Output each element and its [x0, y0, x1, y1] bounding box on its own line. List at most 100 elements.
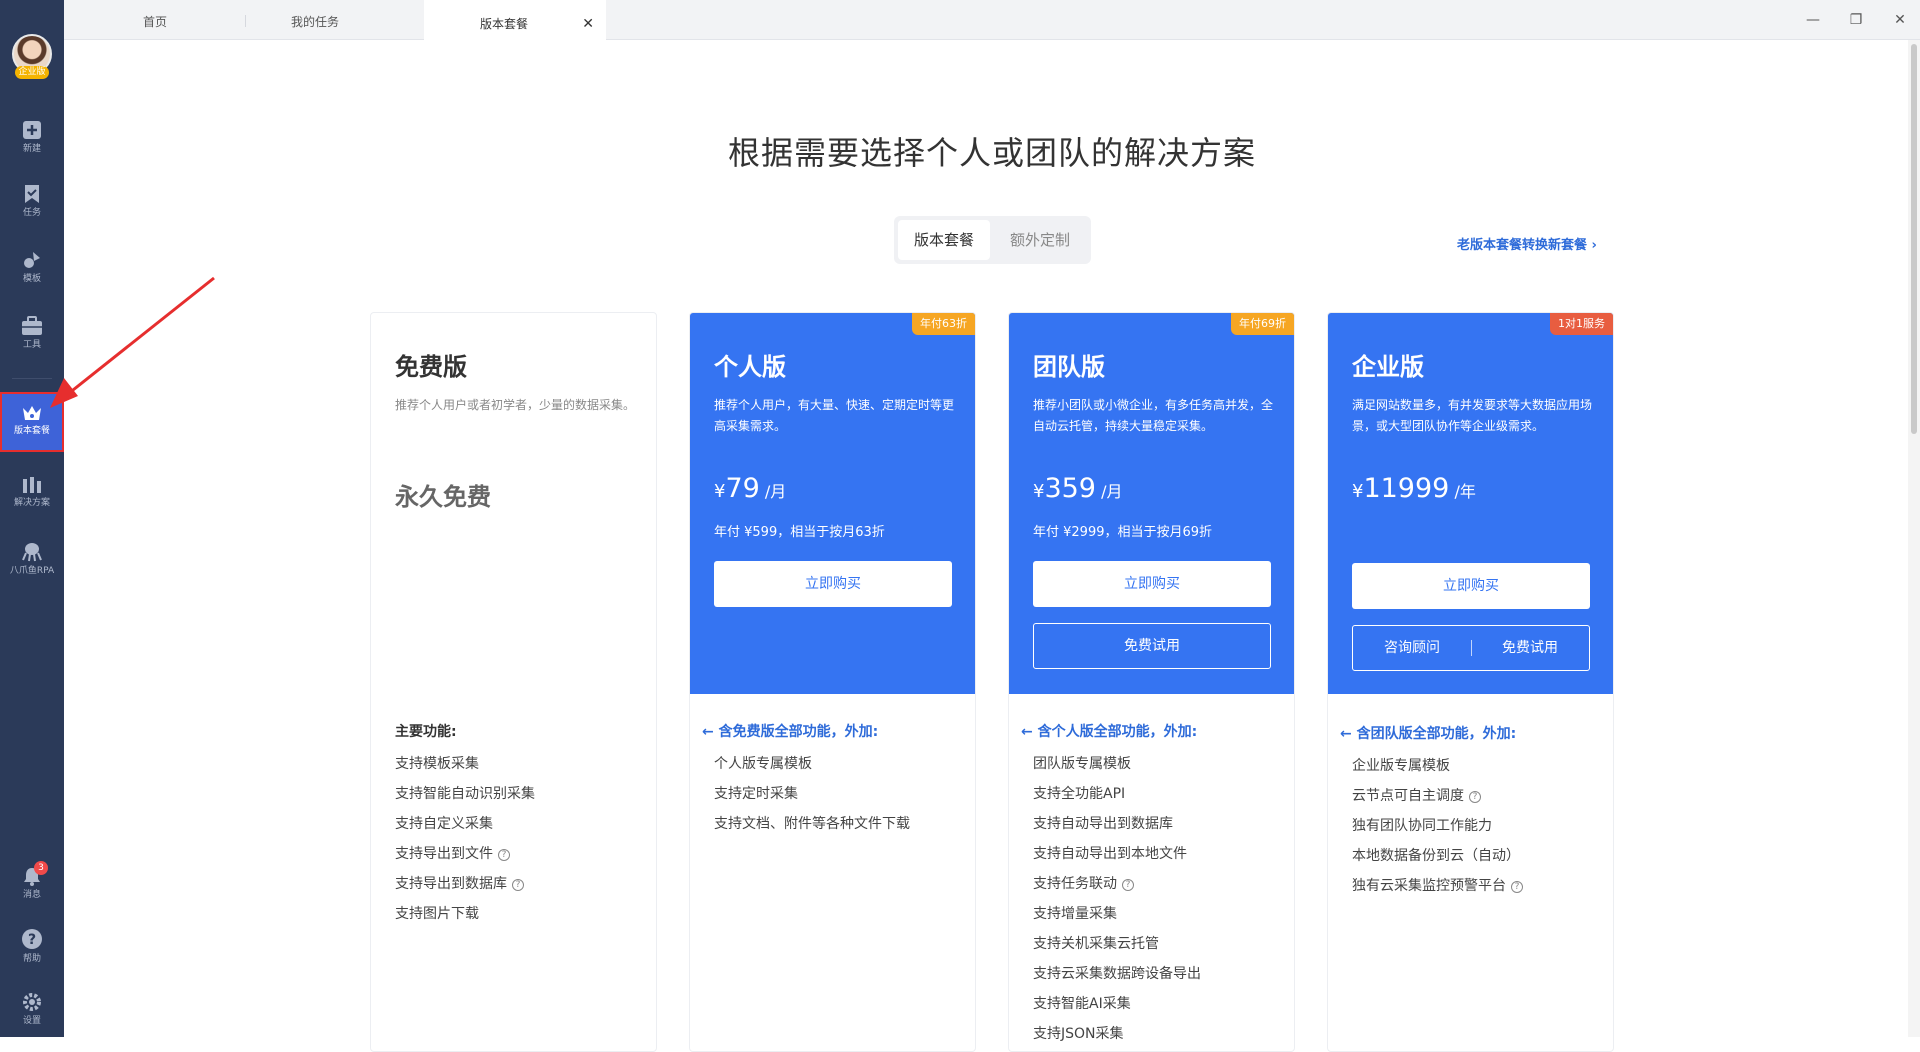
feature-item: 企业版专属模板	[1352, 758, 1450, 774]
free-trial-button[interactable]: 免费试用	[1471, 626, 1589, 670]
feature-item: 支持图片下载	[395, 906, 479, 922]
feature-item: 支持自动导出到本地文件	[1033, 846, 1187, 862]
feature-item: 支持导出到数据库?	[395, 869, 535, 899]
features-title: 主要功能:	[395, 724, 457, 740]
plan-card-free: 免费版 推荐个人用户或者初学者，少量的数据采集。 永久免费 主要功能: 支持模板…	[370, 312, 657, 1052]
help-icon[interactable]: ?	[498, 849, 510, 861]
sidebar-item-rpa[interactable]: 八爪鱼RPA	[0, 534, 64, 590]
sidebar: 企业版 新建 任务 模板 工具 版本套餐 解决方案 八爪鱼RPA 3 消息 ? …	[0, 0, 64, 1037]
plan-price: ¥11999 /年	[1352, 473, 1476, 504]
sidebar-item-label: 任务	[22, 208, 41, 218]
message-count-badge: 3	[34, 861, 48, 875]
feature-item: 支持定时采集	[714, 786, 798, 802]
yearly-price: 年付 ¥599，相当于按月63折	[714, 525, 885, 540]
plan-description: 满足网站数量多，有并发要求等大数据应用场景，或大型团队协作等企业级需求。	[1352, 398, 1593, 433]
feature-item: 本地数据备份到云（自动）	[1352, 848, 1520, 864]
sidebar-item-label: 设置	[22, 1016, 41, 1026]
free-trial-button[interactable]: 免费试用	[1033, 623, 1271, 669]
feature-item: 独有云采集监控预警平台?	[1352, 871, 1523, 901]
plan-price: ¥359 /月	[1033, 473, 1123, 504]
service-ribbon: 1对1服务	[1550, 313, 1613, 335]
plan-name: 企业版	[1352, 353, 1424, 381]
sidebar-item-label: 版本套餐	[13, 426, 50, 436]
gear-icon	[23, 993, 41, 1011]
restore-icon[interactable]: ❐	[1846, 10, 1866, 30]
plan-type-switch: 版本套餐 额外定制	[894, 216, 1091, 264]
feature-item: 独有团队协同工作能力	[1352, 818, 1492, 834]
help-icon[interactable]: ?	[1122, 879, 1134, 891]
sidebar-item-new[interactable]: 新建	[0, 112, 64, 168]
scrollbar-thumb[interactable]	[1911, 44, 1917, 434]
help-icon[interactable]: ?	[512, 879, 524, 891]
buy-now-button[interactable]: 立即购买	[1352, 563, 1590, 609]
feature-item: 云节点可自主调度?	[1352, 781, 1523, 811]
plan-card-enterprise: 1对1服务 企业版 满足网站数量多，有并发要求等大数据应用场景，或大型团队协作等…	[1327, 312, 1614, 1052]
sidebar-item-settings[interactable]: 设置	[0, 984, 64, 1040]
sidebar-item-label: 新建	[22, 144, 41, 154]
sidebar-item-messages[interactable]: 3 消息	[0, 858, 64, 914]
consult-button[interactable]: 咨询顾问	[1353, 626, 1471, 670]
tab-my-tasks[interactable]: 我的任务	[250, 0, 380, 40]
features-title: ← 含团队版全部功能，外加:	[1340, 726, 1517, 742]
page-title: 根据需要选择个人或团队的解决方案	[727, 134, 1256, 172]
plan-header: 1对1服务 企业版 满足网站数量多，有并发要求等大数据应用场景，或大型团队协作等…	[1328, 313, 1613, 694]
old-plan-convert-link[interactable]: 老版本套餐转换新套餐 ›	[1457, 234, 1597, 253]
feature-item: 支持任务联动?	[1033, 869, 1201, 899]
plan-description: 推荐个人用户，有大量、快速、定期定时等更高采集需求。	[714, 398, 955, 433]
sidebar-item-label: 解决方案	[13, 498, 50, 508]
plan-card-team: 年付69折 团队版 推荐小团队或小微企业，有多任务高并发，全自动云托管，持续大量…	[1008, 312, 1295, 1052]
feature-item: 支持自动导出到数据库	[1033, 816, 1173, 832]
sidebar-item-label: 消息	[22, 890, 41, 900]
tab-bar: 首页 我的任务 版本套餐 ✕ — ❐ ✕	[64, 0, 1920, 40]
discount-ribbon: 年付69折	[1231, 313, 1294, 335]
annotation-arrow	[50, 276, 215, 408]
feature-item: 支持关机采集云托管	[1033, 936, 1159, 952]
feature-list: 个人版专属模板 支持定时采集 支持文档、附件等各种文件下载	[714, 749, 910, 839]
plan-description: 推荐小团队或小微企业，有多任务高并发，全自动云托管，持续大量稳定采集。	[1033, 398, 1274, 433]
solution-icon	[23, 477, 41, 493]
feature-item: 支持智能AI采集	[1033, 996, 1131, 1012]
feature-item: 个人版专属模板	[714, 756, 812, 772]
feature-item: 支持云采集数据跨设备导出	[1033, 966, 1201, 982]
tab-divider	[245, 15, 246, 27]
segment-plans[interactable]: 版本套餐	[898, 220, 990, 260]
sidebar-item-label: 八爪鱼RPA	[9, 566, 55, 576]
feature-list: 企业版专属模板 云节点可自主调度? 独有团队协同工作能力 本地数据备份到云（自动…	[1352, 751, 1523, 901]
sidebar-item-task[interactable]: 任务	[0, 176, 64, 232]
toolbox-icon	[22, 316, 42, 335]
octopus-icon	[22, 543, 42, 562]
help-icon[interactable]: ?	[1511, 881, 1523, 893]
help-icon[interactable]: ?	[1469, 791, 1481, 803]
tab-plans-label: 版本套餐	[479, 17, 528, 31]
plan-name: 团队版	[1033, 353, 1105, 381]
features-title: ← 含免费版全部功能，外加:	[702, 724, 879, 740]
feature-item: 支持导出到文件?	[395, 839, 535, 869]
feature-item: 支持全功能API	[1033, 786, 1126, 802]
segment-custom[interactable]: 额外定制	[994, 220, 1086, 260]
close-window-icon[interactable]: ✕	[1890, 10, 1910, 30]
sidebar-item-label: 帮助	[22, 954, 41, 964]
feature-item: 支持智能自动识别采集	[395, 786, 535, 802]
feature-item: 支持自定义采集	[395, 816, 493, 832]
plan-header: 年付63折 个人版 推荐个人用户，有大量、快速、定期定时等更高采集需求。 ¥79…	[690, 313, 975, 694]
feature-item: 团队版专属模板	[1033, 756, 1131, 772]
plan-card-personal: 年付63折 个人版 推荐个人用户，有大量、快速、定期定时等更高采集需求。 ¥79…	[689, 312, 976, 1052]
feature-item: 支持JSON采集	[1033, 1026, 1124, 1042]
svg-text:?: ?	[28, 932, 36, 948]
sidebar-item-solutions[interactable]: 解决方案	[0, 468, 64, 524]
features-title: ← 含个人版全部功能，外加:	[1021, 724, 1198, 740]
feature-item: 支持增量采集	[1033, 906, 1117, 922]
yearly-price: 年付 ¥2999，相当于按月69折	[1033, 525, 1213, 540]
plus-square-icon	[23, 121, 41, 139]
bookmark-icon	[25, 185, 39, 203]
minimize-icon[interactable]: —	[1803, 10, 1823, 30]
tab-home[interactable]: 首页	[90, 0, 220, 40]
template-icon	[24, 252, 40, 268]
tab-close-icon[interactable]: ✕	[582, 2, 594, 46]
tab-plans[interactable]: 版本套餐 ✕	[424, 0, 606, 40]
buy-now-button[interactable]: 立即购买	[1033, 561, 1271, 607]
discount-ribbon: 年付63折	[912, 313, 975, 335]
sidebar-item-help[interactable]: ? 帮助	[0, 920, 64, 976]
buy-now-button[interactable]: 立即购买	[714, 561, 952, 607]
feature-list: 团队版专属模板 支持全功能API 支持自动导出到数据库 支持自动导出到本地文件 …	[1033, 749, 1201, 1049]
